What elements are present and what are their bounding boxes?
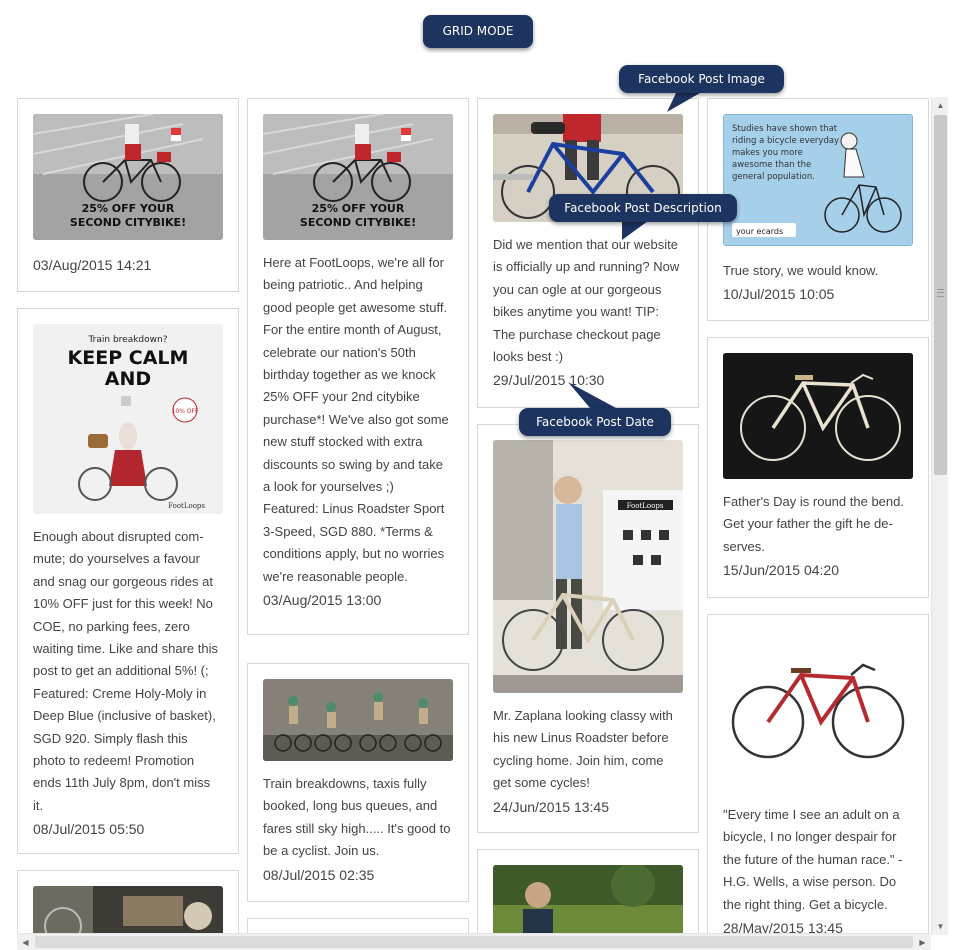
svg-text:Train breakdown?: Train breakdown? <box>88 335 168 345</box>
post-image[interactable]: 25% OFF YOUR SECOND CITYBIKE! <box>263 114 453 240</box>
post-description: Train breakdowns, taxis fully booked, lo… <box>263 776 451 859</box>
horizontal-scrollbar[interactable]: ◀ ▶ <box>17 933 931 950</box>
post-card[interactable]: Father's Day is round the bend. Get your… <box>707 337 929 598</box>
post-image[interactable]: 25% OFF YOUR SECOND CITYBIKE! <box>33 114 223 240</box>
svg-text:25% OFF YOUR: 25% OFF YOUR <box>82 202 175 215</box>
post-description: Mr. Zaplana looking classy with his new … <box>493 708 673 791</box>
post-card[interactable]: 25% OFF YOUR SECOND CITYBIKE! Here at Fo… <box>247 98 469 635</box>
scroll-down-icon[interactable]: ▼ <box>932 918 949 935</box>
scroll-left-icon[interactable]: ◀ <box>17 934 34 950</box>
post-description: "Every time I see an adult on a bicycle,… <box>723 807 903 912</box>
post-card[interactable]: FootLoops Mr. Zaplana looking classy wit… <box>477 424 699 833</box>
svg-text:SECOND CITYBIKE!: SECOND CITYBIKE! <box>70 216 186 229</box>
post-image[interactable] <box>723 630 913 790</box>
post-description: Here at FootLoops, we're all for being p… <box>263 255 449 584</box>
post-card[interactable]: Did we mention that our web­site is offi… <box>477 98 699 408</box>
post-date: 24/Jun/2015 13:45 <box>493 798 609 815</box>
post-date: 15/Jun/2015 04:20 <box>723 562 839 579</box>
post-date: 08/Jul/2015 02:35 <box>263 866 375 883</box>
post-card[interactable]: Train breakdowns, taxis fully booked, lo… <box>247 663 469 902</box>
svg-text:FootLoops: FootLoops <box>168 502 205 510</box>
posts-grid: 25% OFF YOUR SECOND CITYBIKE! 03/Aug/201… <box>0 97 948 935</box>
svg-text:25% OFF YOUR: 25% OFF YOUR <box>312 202 405 215</box>
callout-post-image: Facebook Post Image <box>619 65 784 93</box>
svg-text:FootLoops: FootLoops <box>627 502 664 510</box>
svg-text:10% OFF: 10% OFF <box>172 408 199 415</box>
post-image[interactable]: FootLoops <box>493 440 683 693</box>
vertical-scrollbar[interactable]: ▲ ▼ <box>931 97 948 935</box>
post-image[interactable] <box>263 679 453 761</box>
post-image[interactable] <box>723 353 913 479</box>
post-description: True story, we would know. <box>723 263 879 278</box>
callout-post-date: Facebook Post Date <box>519 408 671 436</box>
post-image[interactable]: Studies have shown that riding a bicycle… <box>723 114 913 246</box>
svg-text:SECOND CITYBIKE!: SECOND CITYBIKE! <box>300 216 416 229</box>
post-image[interactable]: Train breakdown? KEEP CALM AND 10% OFF F… <box>33 324 223 514</box>
post-card[interactable]: Train breakdown? KEEP CALM AND 10% OFF F… <box>17 308 239 854</box>
post-card[interactable]: 25% OFF YOUR SECOND CITYBIKE! 03/Aug/201… <box>17 98 239 292</box>
post-date: 29/Jul/2015 10:30 <box>493 372 605 389</box>
scroll-right-icon[interactable]: ▶ <box>914 934 931 950</box>
post-date: 03/Aug/2015 13:00 <box>263 592 382 609</box>
post-description: Did we mention that our web­site is offi… <box>493 237 680 365</box>
post-description: Enough about disrupted com­mute; do your… <box>33 529 218 813</box>
svg-text:your ecards: your ecards <box>736 227 783 236</box>
post-date: 03/Aug/2015 14:21 <box>33 257 152 273</box>
post-card[interactable] <box>477 849 699 935</box>
post-date: 10/Jul/2015 10:05 <box>723 286 835 303</box>
scroll-thumb[interactable] <box>934 115 947 475</box>
callout-post-description: Facebook Post Description <box>549 194 737 222</box>
svg-text:KEEP CALM: KEEP CALM <box>68 347 189 369</box>
scroll-thumb[interactable] <box>35 936 913 948</box>
post-description: Father's Day is round the bend. Get your… <box>723 494 904 554</box>
post-card[interactable]: "Every time I see an adult on a bicycle,… <box>707 614 929 935</box>
post-image[interactable] <box>33 886 223 935</box>
post-card[interactable] <box>17 870 239 935</box>
svg-text:AND: AND <box>105 368 151 390</box>
post-date: 08/Jul/2015 05:50 <box>33 821 145 838</box>
post-card[interactable]: Studies have shown that riding a bicycle… <box>707 98 929 321</box>
grid-mode-button[interactable]: GRID MODE <box>423 15 533 48</box>
post-image[interactable] <box>493 865 683 935</box>
scroll-up-icon[interactable]: ▲ <box>932 97 949 114</box>
